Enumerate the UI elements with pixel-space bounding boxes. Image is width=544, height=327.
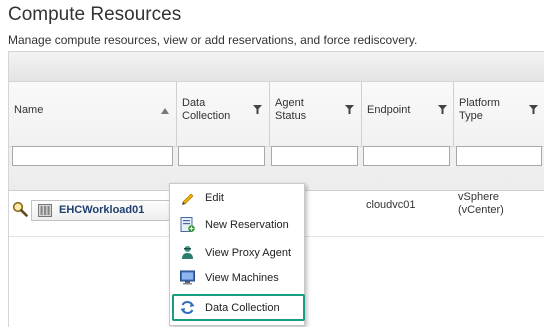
column-header-label: Agent Status — [275, 97, 307, 122]
menu-item-label: Edit — [205, 192, 224, 204]
column-header-label: Endpoint — [367, 104, 411, 116]
filter-icon[interactable] — [345, 105, 354, 114]
proxy-agent-icon — [182, 246, 193, 259]
column-header-label: Platform Type — [459, 97, 500, 122]
page-description: Manage compute resources, view or add re… — [8, 33, 418, 47]
menu-item-label: View Proxy Agent — [205, 247, 292, 259]
column-header-label: Name — [14, 104, 44, 116]
magnifier-icon[interactable] — [12, 201, 28, 217]
platform-type-cell: vSphere (vCenter) — [458, 191, 504, 216]
menu-item-edit[interactable]: Edit — [174, 187, 302, 209]
sort-ascending-icon[interactable] — [161, 108, 169, 114]
filter-icon[interactable] — [253, 105, 262, 114]
new-reservation-icon — [180, 217, 195, 232]
grid-toolbar — [9, 52, 544, 82]
column-header-endpoint[interactable]: Endpoint — [362, 82, 454, 146]
name-filter-input[interactable] — [12, 146, 173, 166]
pencil-icon — [182, 193, 194, 205]
column-header-name[interactable]: Name — [9, 82, 177, 146]
endpoint-cell: cloudvc01 — [366, 199, 416, 211]
platform-type-filter-input[interactable] — [456, 146, 542, 166]
refresh-icon — [180, 301, 195, 314]
filter-icon[interactable] — [529, 105, 538, 114]
menu-item-label: View Machines — [205, 272, 279, 284]
column-header-platform-type[interactable]: Platform Type — [454, 82, 544, 146]
grid-header: Name Data Collection Agent Status Endpoi… — [9, 82, 544, 191]
data-collection-filter-input[interactable] — [178, 146, 265, 166]
agent-status-filter-input[interactable] — [271, 146, 358, 166]
server-icon — [38, 204, 52, 217]
menu-item-label: New Reservation — [205, 219, 289, 231]
context-menu: Edit New Reservation View Proxy Agent Vi… — [169, 183, 305, 326]
menu-item-new-reservation[interactable]: New Reservation — [174, 214, 302, 236]
menu-item-view-proxy-agent[interactable]: View Proxy Agent — [174, 242, 302, 264]
column-header-data-collection[interactable]: Data Collection — [177, 82, 270, 146]
column-header-agent-status[interactable]: Agent Status — [270, 82, 362, 146]
resource-name[interactable]: EHCWorkload01 — [59, 204, 144, 216]
column-header-label: Data Collection — [182, 97, 231, 122]
endpoint-filter-input[interactable] — [363, 146, 450, 166]
page-title: Compute Resources — [8, 4, 182, 25]
resource-name-box[interactable]: EHCWorkload01 — [31, 200, 174, 221]
monitor-icon — [180, 270, 195, 285]
menu-item-label: Data Collection — [205, 302, 280, 314]
menu-item-data-collection[interactable]: Data Collection — [172, 294, 305, 321]
menu-item-view-machines[interactable]: View Machines — [174, 267, 302, 289]
filter-icon[interactable] — [438, 105, 447, 114]
